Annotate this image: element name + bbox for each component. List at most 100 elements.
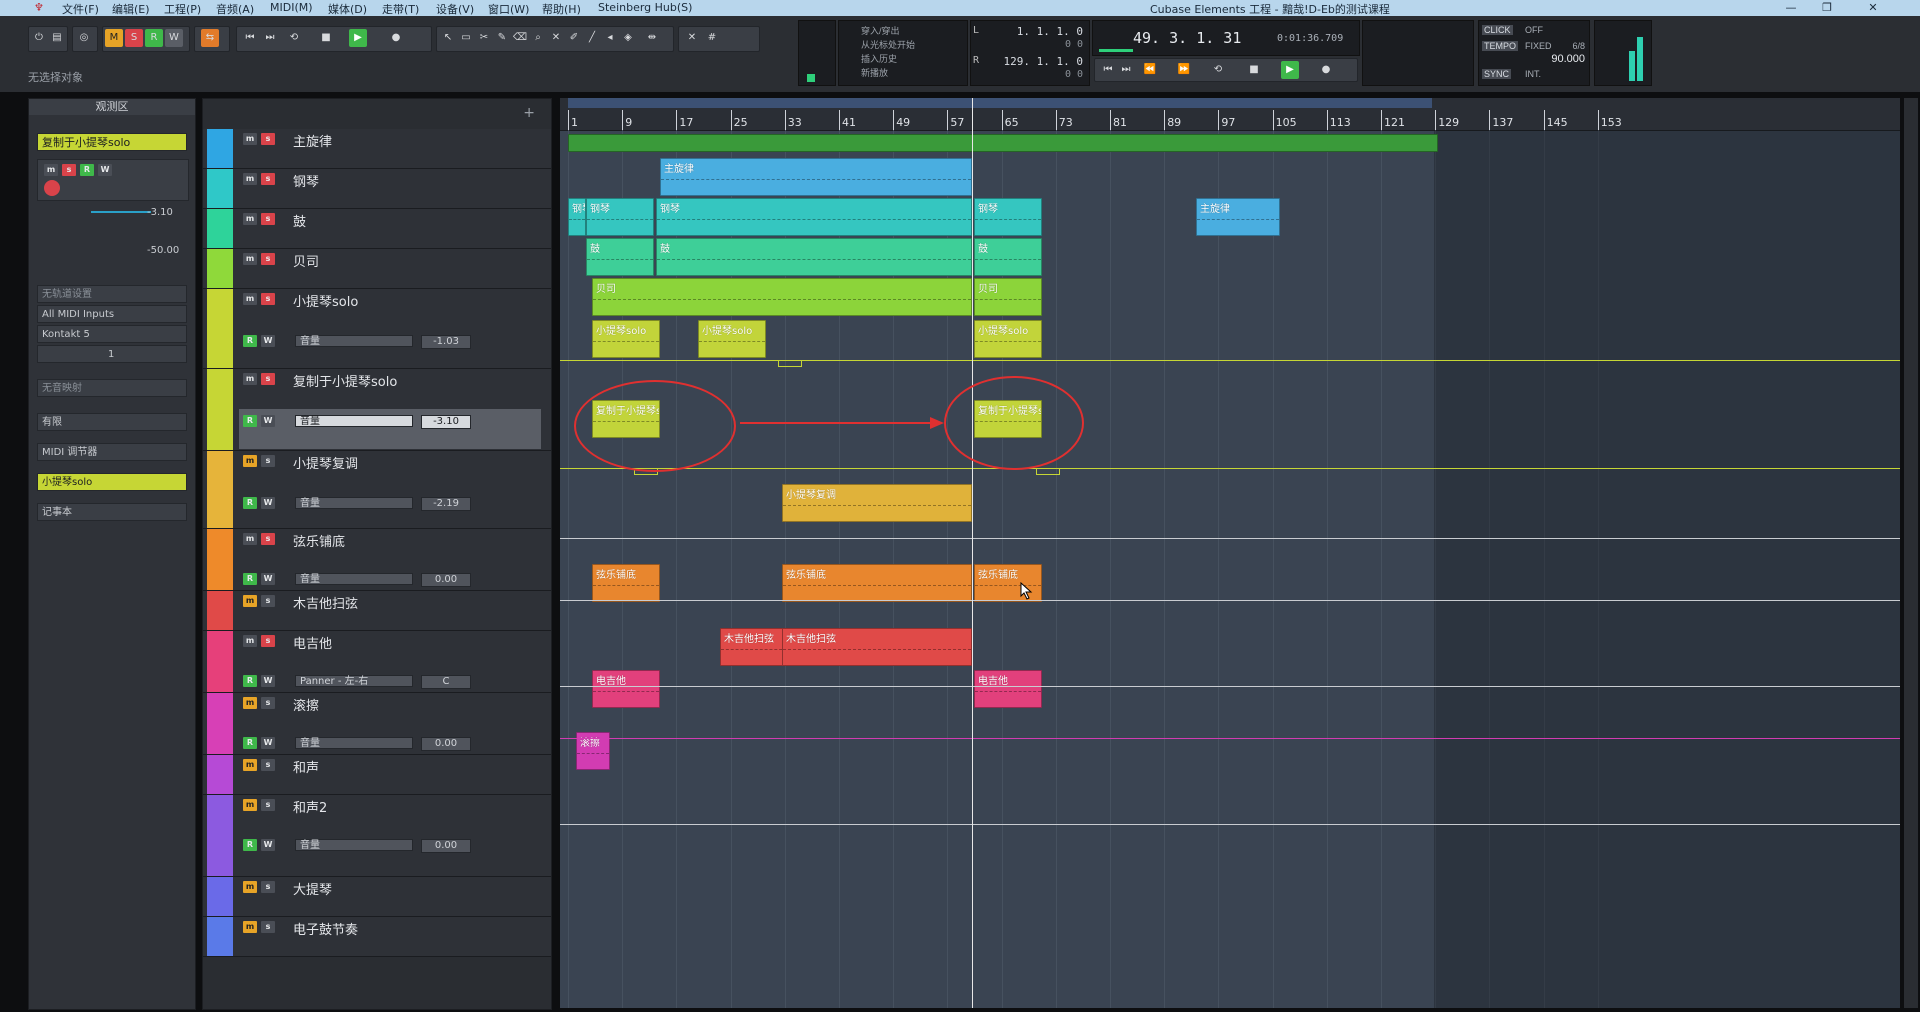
midi-part[interactable]: 小提琴solo [592,320,660,358]
mute-tool-icon[interactable]: ✕ [547,29,565,47]
go-to-end-icon[interactable]: ⏭ [261,29,279,47]
track-row[interactable]: m s 小提琴复调 R W 音量 -2.19 [203,451,551,529]
midi-part[interactable]: 贝司 [974,278,1042,316]
go-to-start-icon[interactable]: ⏮ [241,29,259,47]
pointer-tool-icon[interactable]: ↖ [439,29,457,47]
restore-icon[interactable]: ❐ [1812,0,1842,16]
midi-part[interactable]: 钢琴 [586,198,654,236]
menu-transport[interactable]: 走带(T) [382,1,419,17]
grid-icon[interactable]: # [703,29,721,47]
track-row[interactable]: m s 和声2 R W 音量 0.00 [203,795,551,877]
menu-window[interactable]: 窗口(W) [488,1,529,17]
punch-label[interactable]: 穿入/穿出 [861,24,900,37]
track-row[interactable]: m s 电吉他 R W Panner - 左-右 C [203,631,551,693]
automation-line[interactable] [560,360,1900,361]
track-solo-button[interactable]: s [261,921,275,933]
midi-part[interactable]: 主旋律 [1196,198,1280,236]
track-row[interactable]: m s 电子鼓节奏 [203,917,551,957]
track-solo-button[interactable]: s [261,173,275,185]
erase-tool-icon[interactable]: ⌫ [511,29,529,47]
position-time[interactable]: 0:01:36.709 [1277,33,1343,44]
midi-part[interactable]: 小提琴solo [698,320,766,358]
snap-toggle-icon[interactable]: ✕ [683,29,701,47]
lane-read-button[interactable]: R [243,573,257,585]
track-name[interactable]: 小提琴solo [293,291,358,310]
track-solo-button[interactable]: s [261,759,275,771]
stop-icon[interactable]: ■ [317,29,335,47]
track-mute-button[interactable]: m [243,697,257,709]
automation-line[interactable] [560,600,1900,601]
drum-map-select[interactable]: 无音映射 [37,379,187,397]
track-row[interactable]: m s 鼓 [203,209,551,249]
lane-write-button[interactable]: W [261,497,275,509]
automation-value[interactable]: -2.19 [421,497,471,511]
mute-global-button[interactable]: M [105,29,123,47]
track-name[interactable]: 小提琴复调 [293,453,358,472]
new-playback-label[interactable]: 新播放 [861,66,888,79]
inspector-read-button[interactable]: R [80,164,94,176]
inspector-mute-button[interactable]: m [44,164,58,176]
track-name[interactable]: 钢琴 [293,171,319,190]
track-solo-button[interactable]: s [261,595,275,607]
lane-write-button[interactable]: W [261,839,275,851]
left-locator-value[interactable]: 1. 1. 1. 0 [1017,25,1083,38]
rewind-icon[interactable]: ⏪ [1141,61,1159,79]
midi-part[interactable]: 鼓 [586,238,654,276]
sync-label[interactable]: SYNC [1482,69,1512,79]
track-row[interactable]: m s 大提琴 [203,877,551,917]
inspector-section-limit[interactable]: 有限 [37,413,187,431]
vertical-scrollbar[interactable] [1904,98,1918,1008]
forward-icon[interactable]: ⏩ [1175,61,1193,79]
click-label[interactable]: CLICK [1482,25,1513,35]
automation-line[interactable] [560,824,1900,825]
automation-value[interactable]: 0.00 [421,737,471,751]
position-bars[interactable]: 49. 3. 1. 31 [1133,29,1241,47]
record-history-label[interactable]: 插入历史 [861,52,897,65]
play-icon[interactable]: ▶ [349,29,367,47]
cycle-region[interactable] [568,98,1432,108]
lane-write-button[interactable]: W [261,737,275,749]
track-mute-button[interactable]: m [243,213,257,225]
playhead[interactable] [972,98,973,1008]
automation-value[interactable]: 0.00 [421,839,471,853]
track-row[interactable]: m s 滚擦 R W 音量 0.00 [203,693,551,755]
inspector-solo-button[interactable]: s [62,164,76,176]
track-row[interactable]: m s 和声 [203,755,551,795]
line-tool-icon[interactable]: ╱ [583,29,601,47]
midi-part[interactable]: 弦乐铺底 [592,564,660,602]
automation-dip[interactable] [1036,468,1060,475]
automation-value[interactable]: 0.00 [421,573,471,587]
automation-parameter[interactable]: 音量 [295,335,413,347]
add-track-icon[interactable]: + [523,105,535,121]
track-name[interactable]: 大提琴 [293,879,332,898]
track-name[interactable]: 和声2 [293,797,327,816]
play-tool-icon[interactable]: ◂ [601,29,619,47]
track-mute-button[interactable]: m [243,635,257,647]
midi-part[interactable]: 小提琴solo [974,320,1042,358]
track-mute-button[interactable]: m [243,881,257,893]
range-tool-icon[interactable]: ▭ [457,29,475,47]
input-transform[interactable]: 无轨道设置 [37,285,187,303]
midi-input-select[interactable]: All MIDI Inputs [37,305,187,323]
menu-media[interactable]: 媒体(D) [328,1,367,17]
lane-write-button[interactable]: W [261,335,275,347]
midi-part[interactable]: 鼓 [974,238,1042,276]
automation-value[interactable]: -1.03 [421,335,471,349]
lane-read-button[interactable]: R [243,737,257,749]
track-mute-button[interactable]: m [243,921,257,933]
menu-steinberg-hub[interactable]: Steinberg Hub(S) [598,1,692,14]
lane-read-button[interactable]: R [243,675,257,687]
lane-read-button[interactable]: R [243,335,257,347]
track-row[interactable]: m s 复制于小提琴solo R W 音量 -3.10 [203,369,551,451]
automation-line[interactable] [560,738,1900,739]
automation-value[interactable]: -3.10 [421,415,471,429]
track-row[interactable]: m s 小提琴solo R W 音量 -1.03 [203,289,551,369]
layout-icon[interactable]: ▤ [48,29,66,47]
tempo-label[interactable]: TEMPO [1482,41,1519,51]
transport-record-icon[interactable]: ● [1317,61,1335,79]
constrain-delay-icon[interactable]: ◎ [75,29,93,47]
track-row[interactable]: m s 贝司 [203,249,551,289]
track-mute-button[interactable]: m [243,173,257,185]
track-row[interactable]: m s 钢琴 [203,169,551,209]
midi-part[interactable]: 主旋律 [660,158,972,196]
